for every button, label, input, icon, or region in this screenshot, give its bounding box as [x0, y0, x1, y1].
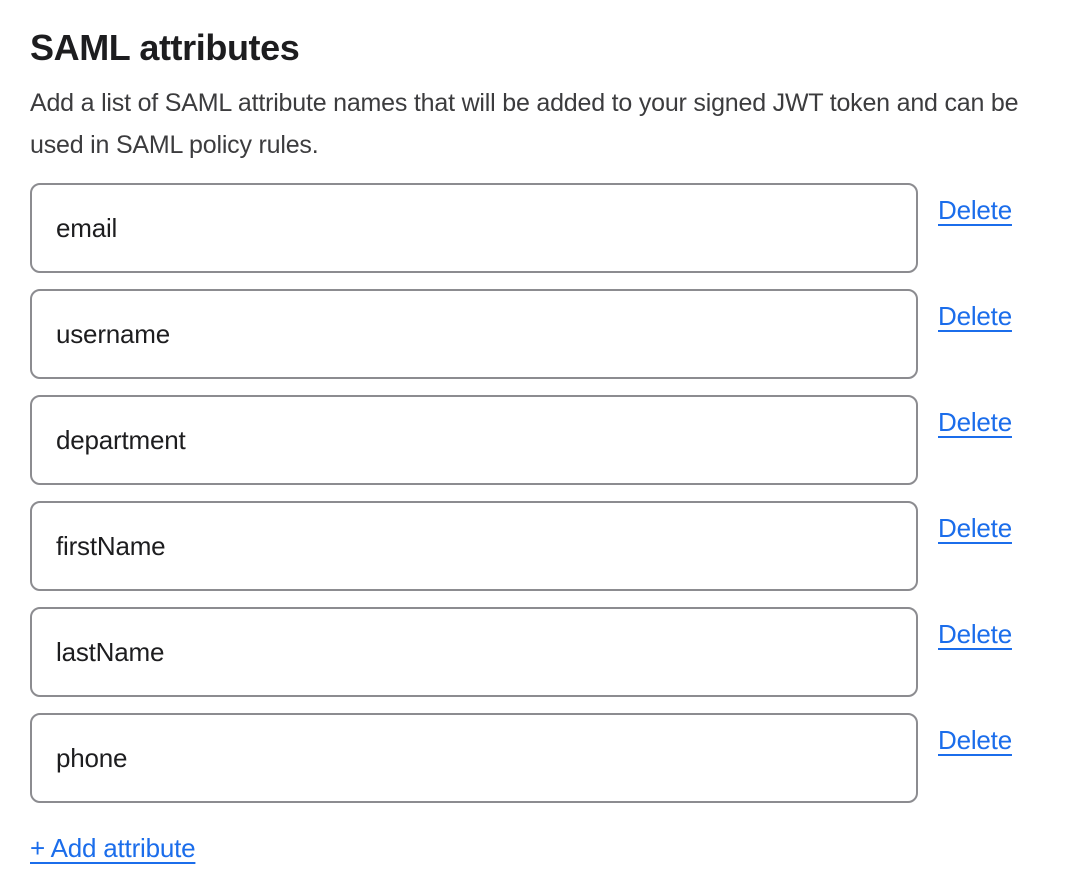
attribute-input[interactable]: [30, 289, 918, 379]
attribute-row: Delete: [30, 395, 1036, 485]
delete-link[interactable]: Delete: [938, 195, 1012, 226]
attribute-list: Delete Delete Delete Delete Delete Delet…: [30, 183, 1036, 803]
delete-link[interactable]: Delete: [938, 725, 1012, 756]
attribute-row: Delete: [30, 607, 1036, 697]
delete-link[interactable]: Delete: [938, 513, 1012, 544]
attribute-input[interactable]: [30, 607, 918, 697]
saml-attributes-section: SAML attributes Add a list of SAML attri…: [0, 0, 1066, 864]
attribute-row: Delete: [30, 713, 1036, 803]
attribute-input[interactable]: [30, 501, 918, 591]
delete-link[interactable]: Delete: [938, 407, 1012, 438]
delete-link[interactable]: Delete: [938, 301, 1012, 332]
add-attribute-link[interactable]: + Add attribute: [30, 833, 195, 864]
attribute-row: Delete: [30, 183, 1036, 273]
attribute-input[interactable]: [30, 713, 918, 803]
attribute-input[interactable]: [30, 183, 918, 273]
attribute-row: Delete: [30, 501, 1036, 591]
section-description: Add a list of SAML attribute names that …: [30, 82, 1035, 166]
attribute-input[interactable]: [30, 395, 918, 485]
attribute-row: Delete: [30, 289, 1036, 379]
delete-link[interactable]: Delete: [938, 619, 1012, 650]
section-title: SAML attributes: [30, 26, 1036, 70]
